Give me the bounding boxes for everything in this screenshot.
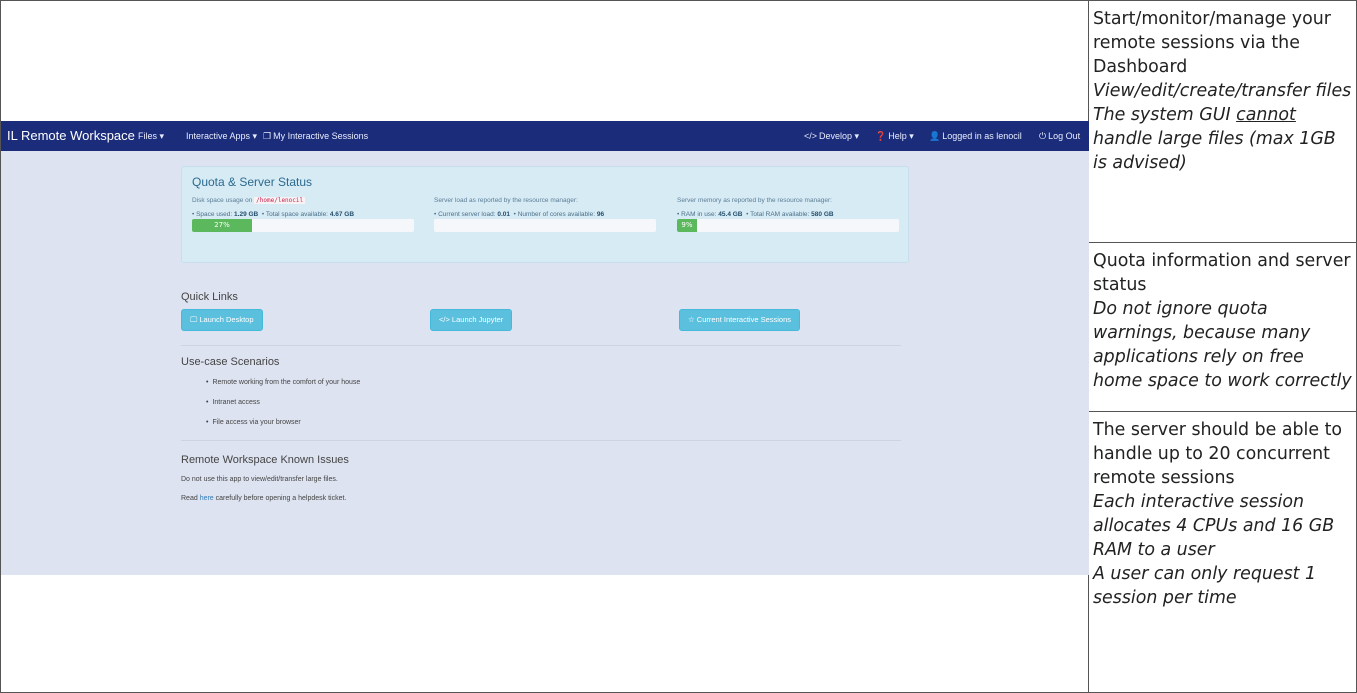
sessions-icon: ❐	[263, 131, 272, 141]
note-emphasis: The system GUI cannot handle large files…	[1093, 105, 1336, 173]
divider	[181, 345, 901, 346]
server-load-bar	[434, 219, 656, 232]
nav-logout[interactable]: ⏻ Log Out	[1039, 131, 1080, 142]
disk-stats: • Space used: 1.29 GB • Total space avai…	[192, 211, 355, 218]
ram-total: 580 GB	[811, 211, 834, 218]
logout-icon: ⏻	[1039, 131, 1047, 141]
nav-develop-label: Develop ▾	[819, 131, 860, 141]
screenshot-cell: IL Remote Workspace Files ▾ Interactive …	[1, 1, 1089, 692]
nav-my-sessions-label: My Interactive Sessions	[273, 131, 369, 141]
current-sessions-button[interactable]: ☆ Current Interactive Sessions	[679, 309, 801, 331]
note-dashboard: Start/monitor/manage your remote session…	[1089, 1, 1356, 243]
nav-help-menu[interactable]: ❓ Help ▾	[875, 131, 914, 142]
ram-in-use: 45.4 GB	[718, 211, 743, 218]
question-icon: ❓	[875, 131, 887, 141]
nav-logout-label: Log Out	[1048, 131, 1081, 141]
server-load-column: Server load as reported by the resource …	[434, 197, 659, 218]
nav-help-label: Help ▾	[888, 131, 914, 141]
space-used: 1.29 GB	[234, 211, 259, 218]
user-icon: 👤	[929, 131, 941, 141]
note-emphasis: Do not ignore quota warnings, because ma…	[1093, 299, 1352, 391]
disk-usage-bar: 27%	[192, 219, 414, 232]
cores-available: 96	[596, 211, 605, 218]
nav-interactive-apps-menu[interactable]: Interactive Apps ▾	[186, 131, 257, 142]
disk-caption: Disk space usage on /home/lenocil	[192, 197, 306, 204]
launch-desktop-button[interactable]: 🖵 Launch Desktop	[181, 309, 263, 331]
memory-fill: 9%	[677, 219, 697, 232]
note-text: The server should be able to handle up t…	[1093, 420, 1343, 488]
quota-status-panel: Quota & Server Status Disk space usage o…	[181, 166, 909, 263]
note-emphasis: Each interactive session allocates 4 CPU…	[1093, 492, 1335, 560]
dashboard-screenshot: IL Remote Workspace Files ▾ Interactive …	[1, 121, 1089, 575]
quick-links-title: Quick Links	[181, 291, 238, 303]
known-issues-title: Remote Workspace Known Issues	[181, 454, 349, 466]
issues-note-1: Do not use this app to view/edit/transfe…	[181, 476, 338, 483]
notes-column: Start/monitor/manage your remote session…	[1089, 1, 1356, 692]
nav-user-label: Logged in as lenocil	[942, 131, 1022, 141]
memory-column: Server memory as reported by the resourc…	[677, 197, 902, 218]
nav-user[interactable]: 👤 Logged in as lenocil	[929, 131, 1022, 142]
issues-note-2: Read here carefully before opening a hel…	[181, 495, 347, 502]
doc-table: IL Remote Workspace Files ▾ Interactive …	[0, 0, 1357, 693]
divider	[181, 440, 901, 441]
nav-files-menu[interactable]: Files ▾	[138, 131, 164, 142]
note-quota: Quota information and server status Do n…	[1089, 243, 1356, 412]
memory-stats: • RAM in use: 45.4 GB • Total RAM availa…	[677, 211, 834, 218]
top-navbar: IL Remote Workspace Files ▾ Interactive …	[1, 121, 1089, 151]
note-emphasis: A user can only request 1 session per ti…	[1093, 564, 1317, 608]
launch-jupyter-button[interactable]: </> Launch Jupyter	[430, 309, 513, 331]
use-cases-list: Remote working from the comfort of your …	[206, 379, 360, 439]
load-stats: • Current server load: 0.01 • Number of …	[434, 211, 605, 218]
note-text: Start/monitor/manage your remote session…	[1093, 9, 1331, 77]
cannot-underlined: cannot	[1236, 105, 1296, 125]
disk-usage-fill: 27%	[192, 219, 252, 232]
code-icon: </>	[804, 131, 818, 141]
memory-bar: 9%	[677, 219, 899, 232]
server-load: 0.01	[497, 211, 510, 218]
panel-title: Quota & Server Status	[192, 175, 313, 189]
load-caption: Server load as reported by the resource …	[434, 197, 578, 204]
note-emphasis: View/edit/create/transfer files	[1093, 81, 1352, 101]
list-item: Intranet access	[206, 399, 360, 419]
use-cases-title: Use-case Scenarios	[181, 356, 280, 368]
note-server: The server should be able to handle up t…	[1089, 412, 1356, 692]
brand-link[interactable]: IL Remote Workspace	[7, 128, 135, 143]
disk-usage-column: Disk space usage on /home/lenocil • Spac…	[192, 197, 417, 218]
space-total: 4.67 GB	[329, 211, 355, 218]
list-item: Remote working from the comfort of your …	[206, 379, 360, 399]
memory-caption: Server memory as reported by the resourc…	[677, 197, 832, 204]
helpdesk-here-link[interactable]: here	[200, 495, 214, 502]
nav-develop-menu[interactable]: </> Develop ▾	[804, 131, 859, 142]
note-text: Quota information and server status	[1093, 251, 1351, 295]
list-item: File access via your browser	[206, 419, 360, 439]
nav-my-sessions[interactable]: ❐ My Interactive Sessions	[263, 131, 368, 142]
home-path: /home/lenocil	[254, 197, 306, 204]
